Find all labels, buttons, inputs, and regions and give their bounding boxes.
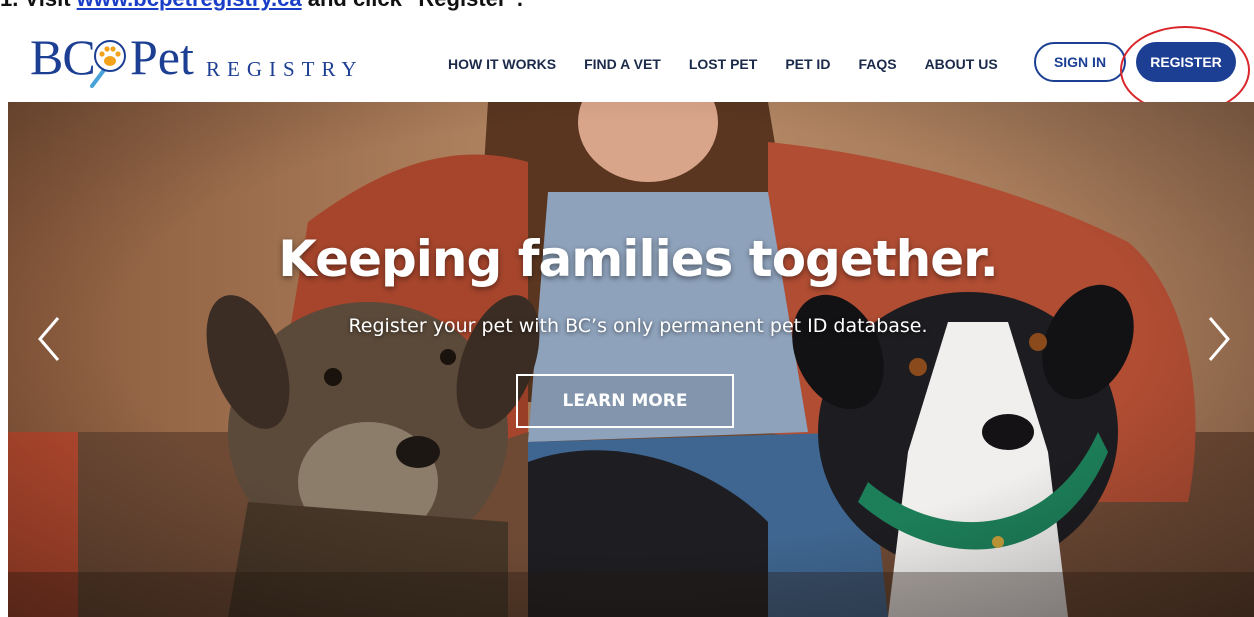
chevron-left-icon[interactable] bbox=[34, 314, 64, 364]
hero-title: Keeping families together. bbox=[278, 230, 998, 288]
hero-image bbox=[8, 102, 1254, 617]
nav-find-a-vet[interactable]: FIND A VET bbox=[584, 56, 661, 72]
nav-pet-id[interactable]: PET ID bbox=[785, 56, 830, 72]
nav-lost-pet[interactable]: LOST PET bbox=[689, 56, 757, 72]
logo-pet-text: Pet bbox=[130, 29, 194, 85]
instruction-text: 1. Visit www.bcpetregistry.ca and click … bbox=[0, 0, 523, 10]
instruction-link[interactable]: www.bcpetregistry.ca bbox=[77, 0, 302, 11]
nav-how-it-works[interactable]: HOW IT WORKS bbox=[448, 56, 556, 72]
site-logo[interactable]: BC Pet REGISTRY bbox=[30, 28, 390, 88]
logo-registry-text: REGISTRY bbox=[206, 57, 364, 81]
register-button[interactable]: REGISTER bbox=[1136, 42, 1236, 82]
sign-in-button[interactable]: SIGN IN bbox=[1034, 42, 1126, 82]
logo-bc-text: BC bbox=[30, 29, 96, 85]
learn-more-button[interactable]: LEARN MORE bbox=[516, 374, 734, 428]
nav-about-us[interactable]: ABOUT US bbox=[925, 56, 998, 72]
paw-magnifier-icon bbox=[86, 36, 130, 90]
hero-subtitle: Register your pet with BC’s only permane… bbox=[348, 315, 928, 337]
main-nav: HOW IT WORKS FIND A VET LOST PET PET ID … bbox=[448, 52, 1026, 76]
chevron-right-icon[interactable] bbox=[1204, 314, 1234, 364]
hero-carousel: Keeping families together. Register your… bbox=[8, 102, 1254, 617]
instruction-prefix: 1. Visit bbox=[0, 0, 77, 11]
nav-faqs[interactable]: FAQS bbox=[858, 56, 896, 72]
instruction-suffix: and click "Register". bbox=[302, 0, 523, 11]
site-header: BC Pet REGISTRY HOW IT WORKS FIND A VET … bbox=[0, 22, 1254, 114]
